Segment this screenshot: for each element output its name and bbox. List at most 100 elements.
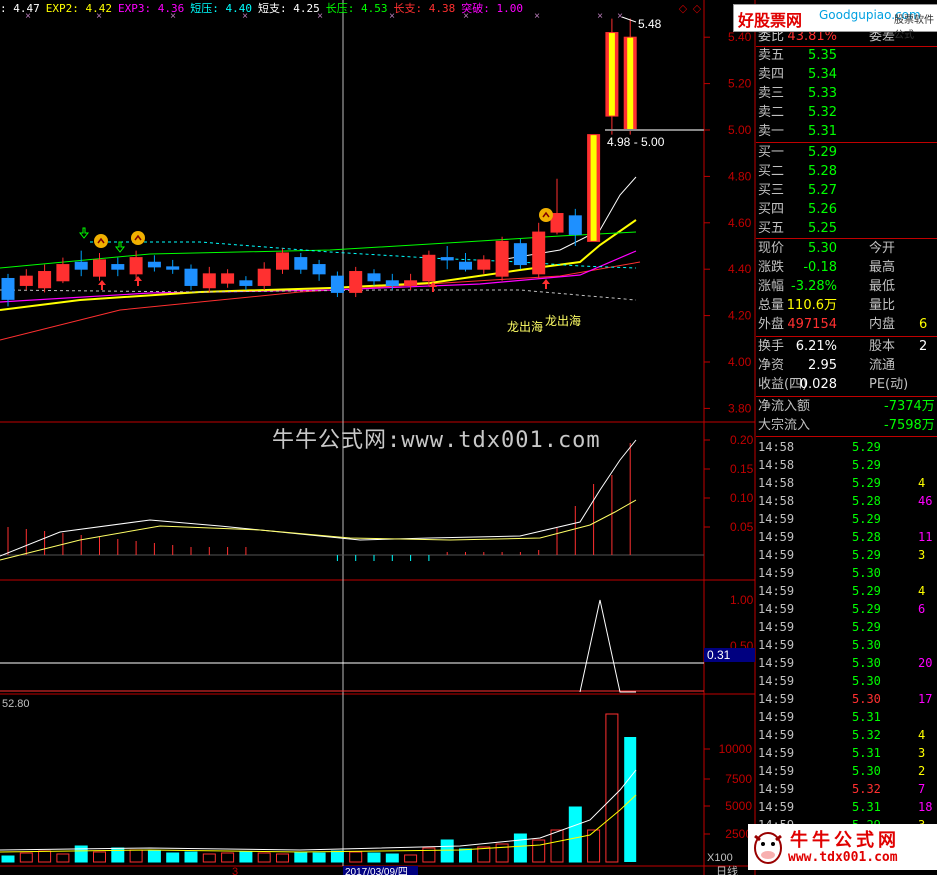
bid-price: 5.26	[808, 202, 837, 217]
tick-time: 14:59	[758, 602, 795, 616]
volume-bar	[330, 850, 344, 863]
tick-row: 14:58 5.29	[756, 456, 937, 474]
macd-axis-label: 0.20	[730, 433, 754, 447]
tick-time: 14:59	[758, 692, 795, 706]
ask-price: 5.34	[808, 67, 837, 82]
tick-time: 14:59	[758, 782, 795, 796]
ask-label: 卖三	[758, 86, 785, 101]
tick-time: 14:59	[758, 530, 795, 544]
stat-label2: 最低	[869, 279, 896, 294]
tick-row: 14:59 5.31 18	[756, 798, 937, 816]
logo-bottom-cn: 牛牛公式网	[790, 830, 900, 851]
tick-price: 5.31	[852, 746, 881, 760]
volume-bar	[385, 853, 399, 863]
indicator-1: EXP2: 4.42	[45, 2, 112, 15]
stat2-value2: 2	[919, 339, 928, 354]
tick-price: 5.32	[852, 782, 881, 796]
stat2-value: 0.028	[799, 377, 837, 392]
candle-body	[221, 273, 235, 284]
flow-value: -7374万	[884, 399, 935, 414]
tick-row: 14:59 5.29 4	[756, 582, 937, 600]
candle-body	[1, 277, 15, 300]
volume-bar	[513, 833, 527, 863]
candle-body-edge	[605, 32, 609, 117]
bid-row: 买四 5.26	[756, 201, 937, 219]
dragon-label-2: 龙出海	[545, 313, 581, 328]
volume-bar	[19, 852, 33, 863]
tick-price: 5.29	[852, 620, 881, 634]
candle-body	[568, 215, 582, 235]
stat-value: -0.18	[803, 260, 837, 275]
tick-price: 5.30	[852, 764, 881, 778]
price-axis-label: 3.80	[728, 401, 752, 415]
flow-label: 净流入额	[758, 399, 811, 414]
candle-body	[312, 264, 326, 275]
tick-vol: 11	[918, 530, 933, 544]
tick-time: 14:58	[758, 494, 795, 508]
volume-axis-label: 10000	[719, 742, 753, 756]
tick-vol: 6	[918, 602, 926, 616]
candle-body	[385, 280, 399, 286]
volume-axis-label: 5000	[725, 799, 752, 813]
high-pointer	[621, 16, 637, 23]
tick-row: 14:58 5.29	[756, 438, 937, 456]
candle-body	[440, 257, 454, 261]
volume-bar	[349, 851, 363, 863]
tick-row: 14:59 5.29	[756, 618, 937, 636]
candle-body	[477, 259, 491, 270]
ask-price: 5.33	[808, 86, 837, 101]
volume-bar	[440, 839, 454, 863]
candle-body	[459, 261, 472, 270]
stat-value: 497154	[787, 317, 837, 332]
tick-time: 14:59	[758, 656, 795, 670]
tick-price: 5.30	[852, 674, 881, 688]
ask-row: 卖五 5.35	[756, 47, 937, 65]
candle-body	[56, 264, 70, 282]
indicator-3: 短压: 4.40	[190, 2, 252, 15]
logo-niuniu: 牛牛公式网 www.tdx001.com	[748, 824, 937, 870]
tick-price: 5.30	[852, 656, 881, 670]
logo-text-cn: 好股票网	[738, 11, 803, 30]
stat2-row: 收益(四) 0.028 PE(动)	[756, 376, 937, 394]
tick-vol: 3	[918, 746, 926, 760]
stat-label2: 最高	[869, 260, 896, 275]
volume-bar	[605, 713, 619, 863]
tick-row: 14:59 5.32 7	[756, 780, 937, 798]
candle-body	[166, 266, 180, 270]
volume-ma2	[0, 794, 637, 853]
candle-body-edge	[624, 37, 628, 131]
indicator-4: 短支: 4.25	[257, 2, 320, 15]
bid-price: 5.28	[808, 164, 837, 179]
stat-value: 110.6万	[786, 298, 837, 313]
down-arrow-icon	[78, 227, 90, 239]
tick-time: 14:59	[758, 764, 795, 778]
tick-price: 5.30	[852, 566, 881, 580]
tick-row: 14:59 5.30	[756, 636, 937, 654]
volume-bar	[404, 854, 418, 863]
separator	[756, 336, 937, 337]
tick-price: 5.28	[852, 494, 881, 508]
tick-time: 14:59	[758, 638, 795, 652]
candle-body-edge	[587, 134, 591, 242]
candle-body-edge	[633, 37, 637, 131]
tick-vol: 20	[918, 656, 933, 670]
tick-time: 14:59	[758, 710, 795, 724]
candle-body	[495, 240, 509, 277]
candle-body	[147, 261, 161, 268]
flow-row: 净流入额 -7374万	[756, 398, 937, 416]
stat2-row: 净资 2.95 流通	[756, 357, 937, 375]
volume-bar	[202, 853, 216, 863]
ask-label: 卖二	[758, 105, 785, 120]
down-arrow-icon	[114, 241, 126, 253]
candle-body	[513, 243, 527, 266]
tick-time: 14:59	[758, 746, 795, 760]
indicator-bar: : 4.47 EXP2: 4.42 EXP3: 4.36 短压: 4.40 短支: 4.…	[0, 0, 700, 16]
tick-row: 14:59 5.30	[756, 672, 937, 690]
candle-body	[276, 252, 289, 270]
up-arrow-icon	[134, 276, 142, 286]
tick-time: 14:59	[758, 512, 795, 526]
bid-row: 买五 5.25	[756, 220, 937, 238]
volume-bar	[93, 851, 106, 863]
volume-unit: X100	[707, 852, 733, 864]
tick-row: 14:58 5.28 46	[756, 492, 937, 510]
